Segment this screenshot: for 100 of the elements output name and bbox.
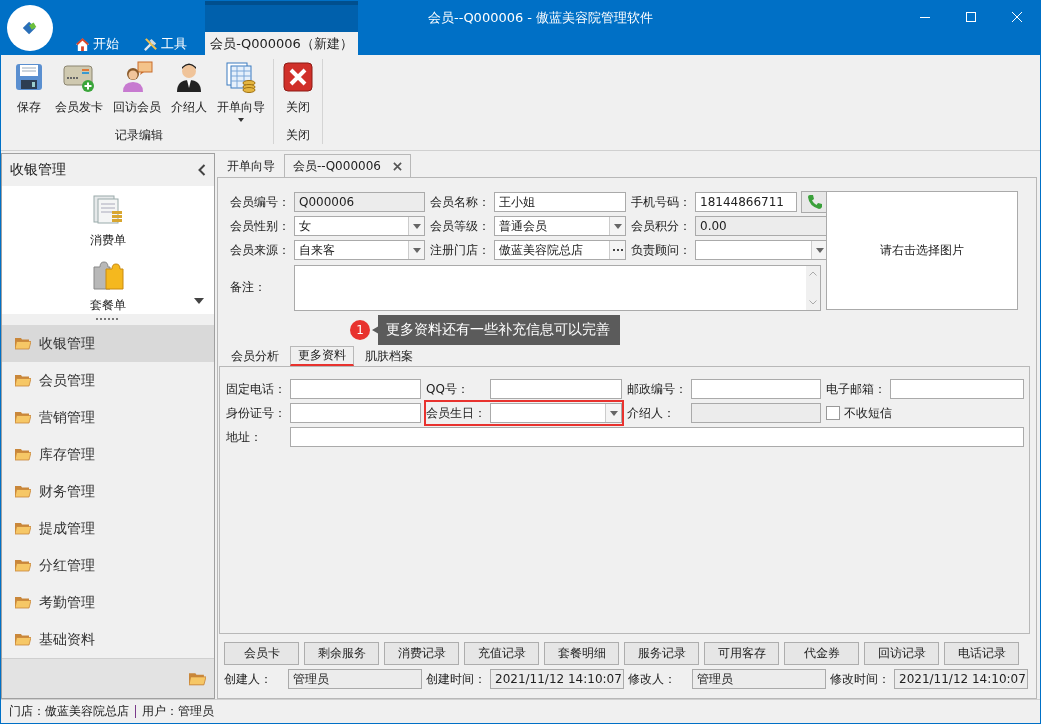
readonly-field: 管理员 <box>692 669 826 689</box>
field-label: 修改时间： <box>830 670 891 688</box>
sidebar-item[interactable]: 提成管理 <box>2 510 214 548</box>
dropdown-arrow-icon <box>609 410 618 416</box>
folder-icon[interactable] <box>189 671 206 686</box>
scrollbar[interactable] <box>806 266 820 310</box>
folder-icon <box>15 485 31 499</box>
dropdown-field[interactable]: 自来客 <box>294 240 425 260</box>
photo-box[interactable]: 请右击选择图片 <box>826 191 1018 310</box>
lookup-field[interactable]: 傲蓝美容院总店 <box>494 240 626 260</box>
call-button[interactable] <box>801 191 828 213</box>
sidebar-item[interactable]: 会员管理 <box>2 362 214 400</box>
record-button[interactable]: 电话记录 <box>944 642 1019 665</box>
logo-icon <box>21 19 39 37</box>
text-field[interactable]: 18144866711 <box>695 192 797 212</box>
folder-icon <box>15 633 31 647</box>
ribbon-tab[interactable]: 开始 <box>69 33 125 55</box>
document-coins-icon <box>92 193 124 226</box>
app-logo[interactable] <box>7 5 53 51</box>
sidebar-item[interactable]: 库存管理 <box>2 436 214 474</box>
field-label: 注册门店： <box>430 241 491 259</box>
ribbon-button[interactable]: 关闭 <box>277 59 319 127</box>
record-button[interactable]: 会员卡 <box>224 642 299 665</box>
text-field[interactable] <box>290 379 421 399</box>
folder-icon <box>15 374 31 388</box>
dropdown-field[interactable] <box>490 403 622 423</box>
ribbon-button[interactable]: 会员发卡 <box>50 59 108 127</box>
tab[interactable]: 会员分析 <box>223 346 287 366</box>
sidebar-item[interactable]: 营销管理 <box>2 399 214 437</box>
document-tab[interactable]: 开单向导 <box>218 155 284 177</box>
collapse-icon[interactable] <box>198 163 206 176</box>
checkbox[interactable]: 不收短信 <box>826 402 1024 424</box>
text-field[interactable] <box>290 403 421 423</box>
dropdown-arrow-icon <box>412 247 421 253</box>
phone-icon <box>806 194 823 210</box>
window-title: 会员--Q000006 - 傲蓝美容院管理软件 <box>427 9 655 27</box>
sidebar-item[interactable]: 分红管理 <box>2 547 214 585</box>
floppy-icon <box>13 61 45 93</box>
tab[interactable]: 更多资料 <box>290 346 354 366</box>
ribbon-button[interactable]: 保存 <box>8 59 50 127</box>
field-label: 会员等级： <box>430 217 491 235</box>
text-field[interactable] <box>691 379 821 399</box>
scroll-up-icon[interactable] <box>809 271 817 276</box>
field-label: 备注： <box>230 279 267 296</box>
person-speech-icon <box>121 61 153 93</box>
readonly-field: 管理员 <box>288 669 422 689</box>
remark-field[interactable] <box>294 265 821 311</box>
close-icon <box>1011 11 1023 23</box>
record-button[interactable]: 可用客存 <box>704 642 779 665</box>
field-label: 修改人： <box>628 670 677 688</box>
grip-icon[interactable] <box>96 318 120 322</box>
field-label: 会员性别： <box>230 217 291 235</box>
scroll-down-icon[interactable] <box>809 300 817 305</box>
shortcut-item[interactable]: 消费单 <box>90 193 126 249</box>
field-label: 手机号码： <box>631 193 692 211</box>
sidebar-item[interactable]: 考勤管理 <box>2 584 214 622</box>
field-label: 电子邮箱： <box>826 380 887 398</box>
ribbon-button[interactable]: 介绍人 <box>166 59 212 127</box>
readonly-field: 0.00 <box>695 216 828 236</box>
dropdown-field[interactable]: 普通会员 <box>494 216 626 236</box>
document-tab[interactable]: 会员--Q000006 <box>284 154 411 177</box>
record-button[interactable]: 充值记录 <box>464 642 539 665</box>
sidebar-title: 收银管理 <box>10 160 66 179</box>
text-field[interactable] <box>290 427 1024 447</box>
shortcut-item[interactable]: 套餐单 <box>90 258 126 314</box>
field-label: 会员名称： <box>430 193 491 211</box>
close-icon <box>282 61 314 93</box>
home-icon <box>75 36 90 52</box>
sidebar-item[interactable]: 基础资料 <box>2 621 214 659</box>
record-button[interactable]: 消费记录 <box>384 642 459 665</box>
text-field[interactable] <box>890 379 1024 399</box>
ribbon-tab[interactable]: 会员-Q000006（新建） <box>205 32 358 55</box>
sidebar-item[interactable]: 收银管理 <box>2 325 214 363</box>
field-label: 创建时间： <box>426 670 487 688</box>
record-button[interactable]: 回访记录 <box>864 642 939 665</box>
ribbon-button[interactable]: 回访会员 <box>108 59 166 127</box>
ribbon-tab[interactable]: 工具 <box>137 33 193 55</box>
dropdown-arrow-icon <box>815 247 824 253</box>
table-coins-icon <box>225 61 257 93</box>
dropdown-field[interactable]: 女 <box>294 216 425 236</box>
record-button[interactable]: 服务记录 <box>624 642 699 665</box>
status-text: 用户：管理员 <box>142 703 214 720</box>
ribbon-button[interactable]: 开单向导 <box>212 59 270 127</box>
text-field[interactable] <box>490 379 622 399</box>
field-label: 介绍人： <box>627 404 676 422</box>
readonly-field: 2021/11/12 14:10:07 <box>894 669 1028 689</box>
field-label: 会员生日： <box>426 404 487 422</box>
tab[interactable]: 肌肤档案 <box>357 346 421 366</box>
ellipsis-icon <box>612 248 623 252</box>
close-icon[interactable] <box>392 161 402 171</box>
ribbon-group-label: 关闭 <box>285 127 311 144</box>
folder-icon <box>15 522 31 536</box>
text-field[interactable]: 王小姐 <box>494 192 626 212</box>
record-button[interactable]: 套餐明细 <box>544 642 619 665</box>
dropdown-field[interactable] <box>695 240 828 260</box>
dropdown-icon[interactable] <box>194 297 204 304</box>
sidebar-item[interactable]: 财务管理 <box>2 473 214 511</box>
tooltip: 更多资料还有一些补充信息可以完善 <box>372 315 620 345</box>
record-button[interactable]: 代金券 <box>784 642 859 665</box>
record-button[interactable]: 剩余服务 <box>304 642 379 665</box>
